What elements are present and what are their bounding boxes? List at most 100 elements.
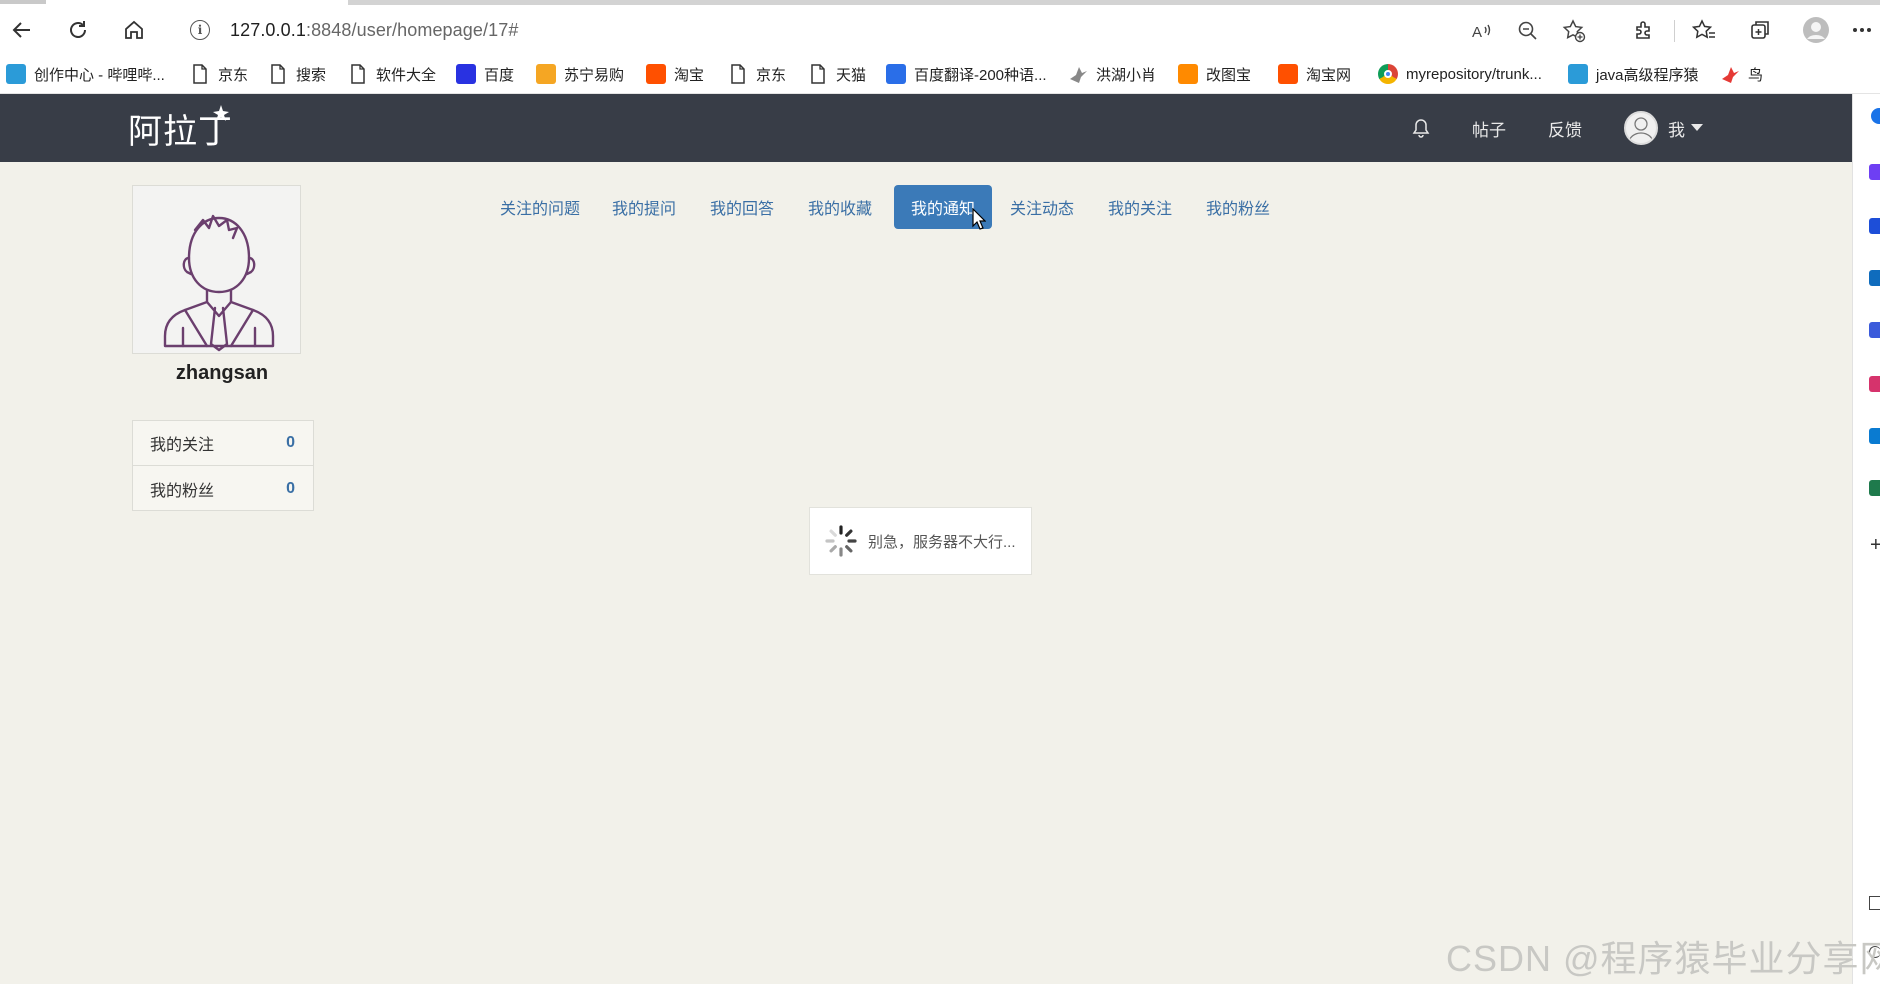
user-menu-toggle[interactable]: 我 <box>1624 94 1703 162</box>
add-favorite-icon[interactable] <box>1560 18 1588 44</box>
bookmark-label: 百度翻译-200种语... <box>914 66 1047 84</box>
svg-text:A: A <box>1472 24 1482 41</box>
bookmark-item[interactable]: java高级程序猿 <box>1568 62 1699 86</box>
profile-icon[interactable] <box>1798 12 1834 48</box>
tools-sidebar-icon[interactable] <box>1869 270 1880 286</box>
people-sidebar-icon[interactable] <box>1869 322 1880 338</box>
search-sidebar-icon[interactable] <box>1871 108 1880 124</box>
extensions-icon[interactable] <box>1626 12 1662 48</box>
bookmark-item[interactable]: 创作中心 - 哔哩哔... <box>6 62 165 86</box>
address-bar[interactable]: i 127.0.0.1:8848/user/homepage/17# A <box>170 10 1608 50</box>
site-info-icon[interactable]: i <box>190 20 210 40</box>
edge-sidebar: + <box>1852 94 1880 984</box>
bird-red-icon <box>1720 64 1740 84</box>
toolbar-separator <box>1674 20 1675 42</box>
bookmark-label: 鸟 <box>1748 66 1764 84</box>
bird-icon <box>1068 64 1088 84</box>
favorites-icon[interactable] <box>1686 12 1722 48</box>
stat-followers[interactable]: 我的粉丝 0 <box>133 466 313 511</box>
more-menu-icon[interactable] <box>1852 12 1880 48</box>
site-logo[interactable]: 阿拉丁 <box>128 104 233 152</box>
stat-following[interactable]: 我的关注 0 <box>133 421 313 466</box>
bookmark-item[interactable]: myrepository/trunk... <box>1378 62 1542 86</box>
avatar <box>1624 111 1658 145</box>
suning-icon <box>536 64 556 84</box>
browser-toolbar: i 127.0.0.1:8848/user/homepage/17# A <box>0 6 1880 54</box>
bookmark-label: 改图宝 <box>1206 66 1252 84</box>
bookmark-label: 软件大全 <box>376 66 437 84</box>
tab-my-questions[interactable]: 我的提问 <box>600 185 688 229</box>
bookmark-item[interactable]: 京东 <box>190 62 248 86</box>
bookmark-item[interactable]: 鸟 <box>1720 62 1763 86</box>
stat-label: 我的粉丝 <box>150 482 215 500</box>
tab-my-following[interactable]: 我的关注 <box>1096 185 1184 229</box>
username: zhangsan <box>175 362 269 384</box>
stat-value: 0 <box>286 479 295 497</box>
bilibili-icon <box>1568 64 1588 84</box>
stat-value: 0 <box>286 434 295 451</box>
page-icon <box>728 64 748 84</box>
bookmarks-bar: 创作中心 - 哔哩哔... 京东 搜索 软件大全 百度 苏宁易购 淘宝 京东 天猫 百度翻译-20… <box>0 54 1880 94</box>
loading-indicator: 别急，服务器不大行... <box>809 507 1032 575</box>
baidu-paw-icon <box>456 64 476 84</box>
back-arrow-icon[interactable] <box>4 12 40 48</box>
bookmark-label: 天猫 <box>836 66 867 84</box>
bookmark-label: 淘宝网 <box>1306 66 1352 84</box>
page-icon <box>348 64 368 84</box>
bookmark-item[interactable]: 淘宝网 <box>1278 62 1351 86</box>
logo-star-icon <box>213 105 229 121</box>
page-icon <box>190 64 210 84</box>
bookmark-label: 京东 <box>218 66 249 84</box>
stat-label: 我的关注 <box>150 437 215 454</box>
add-sidebar-icon[interactable]: + <box>1870 534 1880 557</box>
notification-bell-icon[interactable] <box>1412 94 1430 162</box>
user-menu-label: 我 <box>1668 120 1685 140</box>
bookmark-item[interactable]: 搜索 <box>268 62 326 86</box>
bookmark-label: 创作中心 - 哔哩哔... <box>34 66 165 84</box>
bookmark-item[interactable]: 洪湖小肖 <box>1068 62 1156 86</box>
bookmark-item[interactable]: 天猫 <box>808 62 866 86</box>
bookmark-item[interactable]: 百度 <box>456 62 514 86</box>
home-icon[interactable] <box>116 12 152 48</box>
nav-feedback-link[interactable]: 反馈 <box>1548 94 1582 162</box>
page-icon <box>268 64 288 84</box>
chrome-icon <box>1378 64 1398 84</box>
active-tab-edge[interactable] <box>0 0 46 4</box>
profile-stats-panel: 我的关注 0 我的粉丝 0 <box>132 420 314 511</box>
zoom-out-icon[interactable] <box>1514 18 1542 44</box>
caret-down-icon <box>1691 124 1703 131</box>
taobao-icon <box>1278 64 1298 84</box>
bookmark-label: 苏宁易购 <box>564 66 625 84</box>
drop-sidebar-icon[interactable] <box>1869 480 1880 496</box>
url-text[interactable]: 127.0.0.1:8848/user/homepage/17# <box>230 20 518 41</box>
bookmark-item[interactable]: 百度翻译-200种语... <box>886 62 1047 86</box>
copilot-sidebar-icon[interactable] <box>1869 164 1880 180</box>
bookmark-item[interactable]: 软件大全 <box>348 62 436 86</box>
read-aloud-icon[interactable]: A <box>1468 18 1496 44</box>
mouse-cursor-icon <box>972 208 986 230</box>
outlook-sidebar-icon[interactable] <box>1869 428 1880 444</box>
tab-my-followers[interactable]: 我的粉丝 <box>1194 185 1282 229</box>
office-sidebar-icon[interactable] <box>1869 376 1880 392</box>
shopping-sidebar-icon[interactable] <box>1869 218 1880 234</box>
inactive-tab-edge[interactable] <box>348 0 1880 5</box>
bookmark-item[interactable]: 淘宝 <box>646 62 704 86</box>
tab-my-favorites[interactable]: 我的收藏 <box>796 185 884 229</box>
page-icon <box>808 64 828 84</box>
collections-icon[interactable] <box>1742 12 1778 48</box>
tab-followed-questions[interactable]: 关注的问题 <box>486 185 594 229</box>
bookmark-label: 京东 <box>756 66 787 84</box>
loading-text: 别急，服务器不大行... <box>868 533 1016 551</box>
hide-sidebar-icon[interactable] <box>1869 896 1880 910</box>
bookmark-item[interactable]: 京东 <box>728 62 786 86</box>
bookmark-item[interactable]: 改图宝 <box>1178 62 1251 86</box>
profile-photo <box>132 185 301 354</box>
nav-posts-link[interactable]: 帖子 <box>1472 94 1506 162</box>
bookmark-label: myrepository/trunk... <box>1406 65 1542 83</box>
user-silhouette-icon <box>163 214 275 352</box>
site-navbar: 阿拉丁 帖子 反馈 我 <box>0 94 1852 162</box>
reload-icon[interactable] <box>60 12 96 48</box>
tab-following-activity[interactable]: 关注动态 <box>998 185 1086 229</box>
tab-my-answers[interactable]: 我的回答 <box>698 185 786 229</box>
bookmark-item[interactable]: 苏宁易购 <box>536 62 624 86</box>
